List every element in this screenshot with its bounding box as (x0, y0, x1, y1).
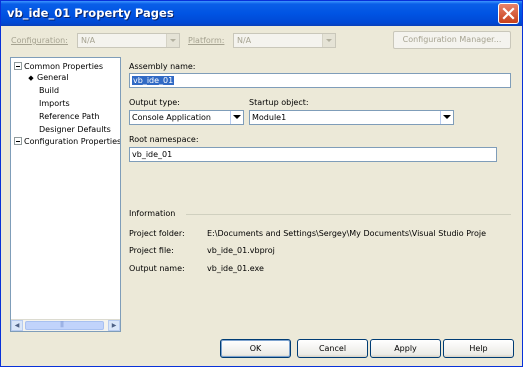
tree-item-reference-path[interactable]: Reference Path (39, 111, 99, 122)
tree-item-label: Imports (39, 99, 70, 108)
startup-object-select[interactable]: Module1 (249, 110, 454, 125)
information-divider (186, 214, 511, 215)
apply-button[interactable]: Apply (370, 339, 441, 358)
configuration-manager-button[interactable]: Configuration Manager... (393, 31, 511, 49)
tree-item-label: Common Properties (24, 62, 104, 71)
window-title: vb_ide_01 Property Pages (7, 6, 174, 20)
collapse-icon[interactable] (14, 137, 22, 145)
root-namespace-input[interactable]: vb_ide_01 (129, 147, 497, 162)
tree-item-label: Configuration Properties (24, 137, 121, 146)
scroll-right-icon[interactable]: ▶ (108, 320, 120, 331)
page-bullet-icon: ◆ (28, 74, 34, 82)
configuration-select[interactable]: N/A (77, 33, 180, 48)
chevron-down-icon[interactable] (230, 111, 243, 124)
tree-item-common-properties[interactable]: Common Properties (14, 61, 103, 72)
tree-item-label: Reference Path (39, 112, 100, 121)
platform-label: Platform: (188, 36, 225, 45)
cancel-button[interactable]: Cancel (297, 339, 368, 358)
root-namespace-label: Root namespace: (129, 135, 199, 144)
platform-select[interactable]: N/A (233, 33, 336, 48)
property-pages-dialog: vb_ide_01 Property Pages Configuration: … (0, 0, 523, 367)
assembly-name-label: Assembly name: (129, 62, 196, 71)
project-folder-label: Project folder: (129, 229, 185, 238)
tree-item-designer-defaults[interactable]: Designer Defaults (39, 124, 111, 135)
tree-item-label: General (37, 73, 69, 82)
tree-item-configuration-properties[interactable]: Configuration Properties (14, 136, 121, 147)
configuration-value: N/A (81, 36, 96, 45)
output-name-value: vb_ide_01.exe (207, 264, 264, 273)
project-folder-value: E:\Documents and Settings\Sergey\My Docu… (207, 229, 487, 238)
ok-button[interactable]: OK (220, 339, 291, 358)
tree-item-label: Designer Defaults (39, 125, 111, 134)
chevron-down-icon[interactable] (440, 111, 453, 124)
tree-item-imports[interactable]: Imports (39, 98, 70, 109)
output-type-select[interactable]: Console Application (129, 110, 244, 125)
output-type-value: Console Application (132, 113, 211, 122)
property-tree[interactable]: Common Properties ◆ General Build Imports… (10, 57, 121, 332)
startup-object-value: Module1 (252, 113, 287, 122)
title-bar[interactable]: vb_ide_01 Property Pages (1, 1, 522, 26)
assembly-name-input[interactable]: vb_ide_01 (129, 73, 511, 88)
chevron-down-icon[interactable] (166, 34, 179, 47)
collapse-icon[interactable] (14, 62, 22, 70)
tree-item-label: Build (39, 86, 60, 95)
close-button[interactable] (498, 3, 519, 24)
help-button[interactable]: Help (443, 339, 514, 358)
tree-item-general[interactable]: ◆ General (27, 72, 69, 84)
assembly-name-value: vb_ide_01 (132, 76, 175, 85)
tree-item-build[interactable]: Build (39, 85, 59, 96)
startup-object-label: Startup object: (249, 98, 309, 107)
project-file-value: vb_ide_01.vbproj (207, 246, 275, 255)
output-type-label: Output type: (129, 98, 180, 107)
chevron-down-icon[interactable] (322, 34, 335, 47)
root-namespace-value: vb_ide_01 (132, 150, 173, 159)
output-name-label: Output name: (129, 264, 185, 273)
platform-value: N/A (237, 36, 252, 45)
configuration-label: Configuration: (11, 36, 68, 45)
information-heading: Information (129, 209, 176, 218)
close-icon (502, 7, 515, 20)
scrollbar-thumb[interactable] (25, 321, 104, 330)
project-file-label: Project file: (129, 246, 174, 255)
horizontal-scrollbar[interactable]: ◀ ▶ (11, 319, 120, 331)
scroll-left-icon[interactable]: ◀ (11, 320, 23, 331)
